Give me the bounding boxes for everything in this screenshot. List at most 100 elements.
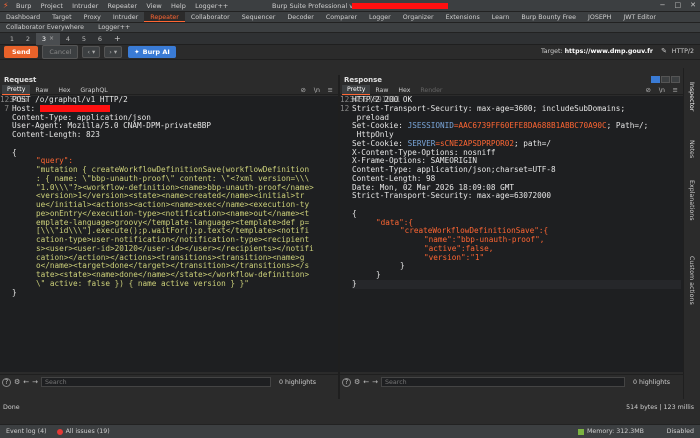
tab-dashboard[interactable]: Dashboard bbox=[0, 12, 46, 22]
request-search-input[interactable] bbox=[41, 377, 272, 387]
request-status-bar: Done 514 bytes | 123 millis bbox=[0, 402, 700, 412]
all-issues-link[interactable]: All issues (19) bbox=[56, 428, 110, 435]
response-tab-raw[interactable]: Raw bbox=[370, 86, 393, 95]
tab-collaborator-everywhere[interactable]: Collaborator Everywhere bbox=[6, 24, 84, 31]
menu-project[interactable]: Project bbox=[41, 2, 63, 10]
tab-loggerpp[interactable]: Logger++ bbox=[98, 24, 130, 31]
host-header-name: Host: bbox=[12, 103, 36, 113]
target-url: https://www.dmp.gouv.fr bbox=[564, 48, 653, 55]
repeater-tab-6[interactable]: 6 bbox=[92, 33, 108, 45]
settings-icon[interactable]: ⚙ bbox=[14, 378, 20, 386]
response-highlights-count: 0 highlights bbox=[633, 378, 671, 386]
tab-repeater[interactable]: Repeater bbox=[144, 12, 185, 22]
burp-ai-button[interactable]: ✦ Burp AI bbox=[128, 46, 176, 58]
menu-help[interactable]: Help bbox=[171, 2, 186, 10]
send-button[interactable]: Send bbox=[4, 46, 39, 58]
menu-loggerpp[interactable]: Logger++ bbox=[195, 2, 228, 10]
json-close-brace: } bbox=[352, 279, 681, 289]
edit-target-icon[interactable]: ✎ bbox=[661, 47, 667, 55]
set-cookie-line: Set-Cookie: JSESSIONID=AAC6739FF60EFE8DA… bbox=[352, 121, 681, 131]
hide-nonprintable-icon[interactable]: ⊘ bbox=[301, 86, 306, 94]
request-tab-pretty[interactable]: Pretty bbox=[2, 85, 31, 95]
sidebar-tab-notes[interactable]: Notes bbox=[688, 140, 695, 158]
menu-icon[interactable]: ≡ bbox=[328, 86, 333, 94]
tab-jwt-editor[interactable]: JWT Editor bbox=[617, 12, 662, 22]
repeater-tab-4[interactable]: 4 bbox=[60, 33, 76, 45]
next-match-icon[interactable]: → bbox=[32, 378, 38, 386]
memory-bar-icon bbox=[577, 428, 584, 435]
target-display[interactable]: Target: https://www.dmp.gouv.fr bbox=[541, 48, 653, 55]
response-search-input[interactable] bbox=[381, 377, 626, 387]
menu-burp[interactable]: Burp bbox=[16, 2, 31, 10]
request-editor[interactable]: 123456 7 POST /o/graphql/v1 HTTP/2 Host: … bbox=[0, 96, 338, 372]
tab-decoder[interactable]: Decoder bbox=[281, 12, 320, 22]
previous-match-icon[interactable]: ← bbox=[363, 378, 369, 386]
layout-split-icon[interactable] bbox=[651, 76, 660, 83]
previous-match-icon[interactable]: ← bbox=[23, 378, 29, 386]
layout-horizontal-icon[interactable] bbox=[661, 76, 670, 83]
help-icon[interactable]: ? bbox=[342, 377, 351, 387]
request-tab-raw[interactable]: Raw bbox=[30, 86, 53, 95]
response-line-numbers: 1234567891011 12 bbox=[340, 96, 400, 114]
request-tab-graphql[interactable]: GraphQL bbox=[75, 86, 112, 95]
request-tab-hex[interactable]: Hex bbox=[53, 86, 75, 95]
protocol-selector[interactable]: HTTP/2 bbox=[672, 48, 694, 55]
sidebar-tab-custom-actions[interactable]: Custom actions bbox=[688, 256, 695, 305]
newline-icon[interactable]: \n bbox=[314, 86, 320, 94]
layout-toggle[interactable] bbox=[651, 76, 680, 83]
menu-icon[interactable]: ≡ bbox=[673, 86, 678, 94]
sidebar-tab-explanations[interactable]: Explanations bbox=[688, 180, 695, 221]
response-tab-hex[interactable]: Hex bbox=[393, 86, 415, 95]
response-view-tabs: Pretty Raw Hex Render ⊘ \n ≡ bbox=[340, 76, 683, 95]
menu-intruder[interactable]: Intruder bbox=[72, 2, 98, 10]
next-match-icon[interactable]: → bbox=[372, 378, 378, 386]
newline-icon[interactable]: \n bbox=[659, 86, 665, 94]
response-editor[interactable]: 1234567891011 12 HTTP/2 200 OK Strict-Tra… bbox=[340, 96, 683, 372]
bottom-status-bar: Event log (4) All issues (19) Memory: 31… bbox=[0, 424, 700, 438]
repeater-toolbar: Send Cancel ‹ ▾ › ▾ ✦ Burp AI Target: https… bbox=[0, 45, 700, 60]
close-tab-icon[interactable]: × bbox=[49, 33, 54, 45]
settings-icon[interactable]: ⚙ bbox=[354, 378, 360, 386]
ai-disabled-status[interactable]: Disabled bbox=[667, 428, 694, 435]
hide-nonprintable-icon[interactable]: ⊘ bbox=[646, 86, 651, 94]
menu-repeater[interactable]: Repeater bbox=[108, 2, 138, 10]
response-tab-render[interactable]: Render bbox=[415, 86, 447, 95]
history-forward-button[interactable]: › ▾ bbox=[104, 46, 123, 58]
sparkle-icon: ✦ bbox=[134, 48, 140, 56]
tab-proxy[interactable]: Proxy bbox=[78, 12, 107, 22]
menu-view[interactable]: View bbox=[146, 2, 161, 10]
chevron-down-icon: ▾ bbox=[92, 48, 96, 56]
repeater-tab-5[interactable]: 5 bbox=[76, 33, 92, 45]
issue-alert-icon bbox=[56, 428, 63, 435]
tab-joseph[interactable]: JOSEPH bbox=[582, 12, 617, 22]
tab-sequencer[interactable]: Sequencer bbox=[236, 12, 282, 22]
sidebar-tab-inspector[interactable]: Inspector bbox=[688, 82, 695, 111]
tab-intruder[interactable]: Intruder bbox=[107, 12, 144, 22]
cancel-button[interactable]: Cancel bbox=[42, 45, 79, 59]
add-tab-icon[interactable]: + bbox=[114, 34, 121, 43]
repeater-tab-2[interactable]: 2 bbox=[20, 33, 36, 45]
history-back-button[interactable]: ‹ ▾ bbox=[82, 46, 101, 58]
maximize-icon[interactable]: □ bbox=[675, 1, 682, 9]
minimize-icon[interactable]: − bbox=[660, 1, 666, 9]
repeater-tab-3-label: 3 bbox=[41, 34, 47, 43]
tab-logger[interactable]: Logger bbox=[363, 12, 397, 22]
json-active-line: "active":false, bbox=[424, 243, 494, 253]
tab-extensions[interactable]: Extensions bbox=[440, 12, 486, 22]
tab-learn[interactable]: Learn bbox=[486, 12, 516, 22]
tab-collaborator[interactable]: Collaborator bbox=[185, 12, 236, 22]
tab-organizer[interactable]: Organizer bbox=[397, 12, 440, 22]
tab-target[interactable]: Target bbox=[46, 12, 77, 22]
response-tab-pretty[interactable]: Pretty bbox=[342, 85, 371, 95]
request-pane: Request Pretty Raw Hex GraphQL ⊘ \n ≡ 12… bbox=[0, 75, 340, 399]
repeater-tab-1[interactable]: 1 bbox=[4, 33, 20, 45]
menu-bar: Burp Project Intruder Repeater View Help… bbox=[16, 2, 235, 10]
help-icon[interactable]: ? bbox=[2, 377, 11, 387]
event-log-link[interactable]: Event log (4) bbox=[6, 428, 47, 435]
window-controls: − □ ✕ bbox=[660, 1, 696, 9]
repeater-tab-3[interactable]: 3 × bbox=[36, 32, 60, 45]
layout-tabs-icon[interactable] bbox=[671, 76, 680, 83]
close-icon[interactable]: ✕ bbox=[690, 1, 696, 9]
tab-comparer[interactable]: Comparer bbox=[320, 12, 363, 22]
tab-burp-bounty-free[interactable]: Burp Bounty Free bbox=[515, 12, 582, 22]
